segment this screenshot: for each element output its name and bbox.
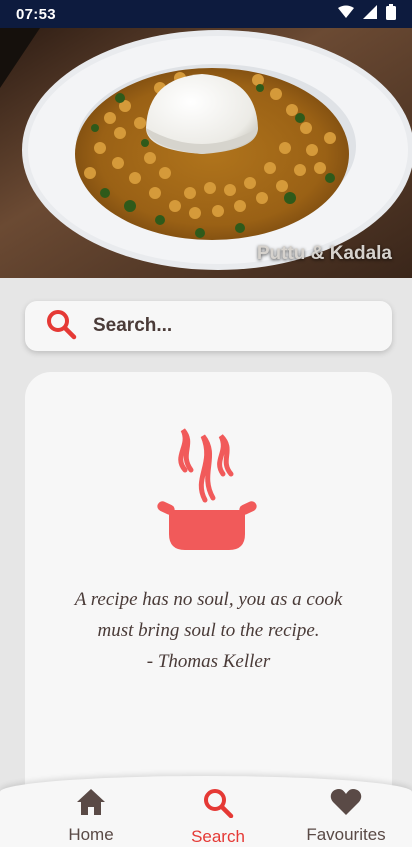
home-icon xyxy=(76,788,106,821)
nav-item-label: Search xyxy=(191,827,245,846)
dish-photo xyxy=(0,28,412,278)
search-bar[interactable] xyxy=(25,301,392,351)
cellular-signal-icon xyxy=(363,4,377,24)
status-time: 07:53 xyxy=(16,5,56,23)
quote-card: A recipe has no soul, you as a cook must… xyxy=(25,372,392,812)
wifi-icon xyxy=(338,5,354,24)
quote-author: - Thomas Keller xyxy=(146,651,271,672)
cooking-pot-icon xyxy=(157,424,257,557)
nav-item-label: Home xyxy=(68,825,114,844)
hero-caption: Puttu & Kadala xyxy=(256,243,392,264)
hero-image[interactable]: Puttu & Kadala xyxy=(0,28,412,278)
nav-item-search[interactable]: Search xyxy=(158,788,278,847)
bottom-navigation: Home Search Favourites xyxy=(0,776,412,847)
quote-line: A recipe has no soul, you as a cook xyxy=(74,589,343,610)
search-icon xyxy=(202,788,234,823)
heart-icon xyxy=(330,788,362,821)
quote-line: must bring soul to the recipe. xyxy=(97,620,320,641)
search-icon xyxy=(45,308,77,345)
status-bar: 07:53 xyxy=(0,0,412,28)
search-input[interactable] xyxy=(93,315,363,337)
battery-icon xyxy=(386,3,396,25)
nav-item-home[interactable]: Home xyxy=(31,788,151,845)
status-icons xyxy=(338,3,396,25)
nav-item-label: Favourites xyxy=(306,825,386,844)
nav-item-favourites[interactable]: Favourites xyxy=(286,788,406,845)
quote-text: A recipe has no soul, you as a cook must… xyxy=(25,584,392,677)
